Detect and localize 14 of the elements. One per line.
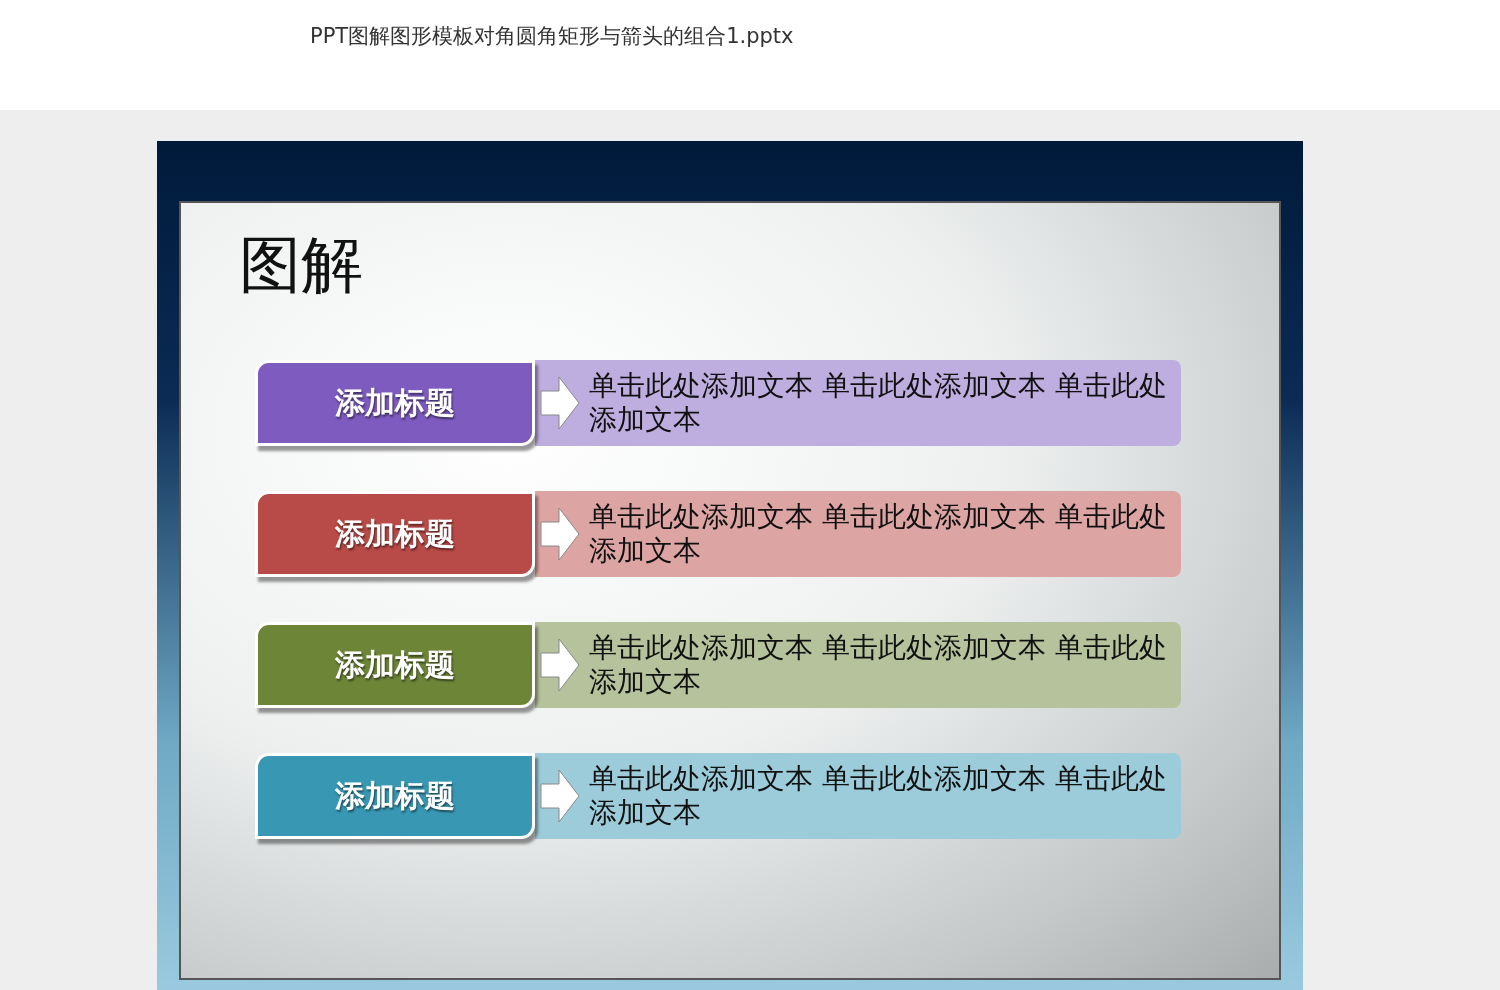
heading-label: 添加标题	[255, 491, 535, 577]
arrow-icon	[539, 375, 581, 431]
body-text: 单击此处添加文本 单击此处添加文本 单击此处添加文本	[589, 500, 1168, 568]
document-title: PPT图解图形模板对角圆角矩形与箭头的组合1.pptx	[310, 24, 794, 48]
heading-label: 添加标题	[255, 360, 535, 446]
body-text: 单击此处添加文本 单击此处添加文本 单击此处添加文本	[589, 762, 1168, 830]
slide-title: 图解	[239, 227, 364, 303]
arrow-icon	[539, 506, 581, 562]
arrow-icon	[539, 637, 581, 693]
heading-label: 添加标题	[255, 753, 535, 839]
heading-label: 添加标题	[255, 622, 535, 708]
body-text: 单击此处添加文本 单击此处添加文本 单击此处添加文本	[589, 631, 1168, 699]
arrow-icon	[539, 768, 581, 824]
body-text: 单击此处添加文本 单击此处添加文本 单击此处添加文本	[589, 369, 1168, 437]
